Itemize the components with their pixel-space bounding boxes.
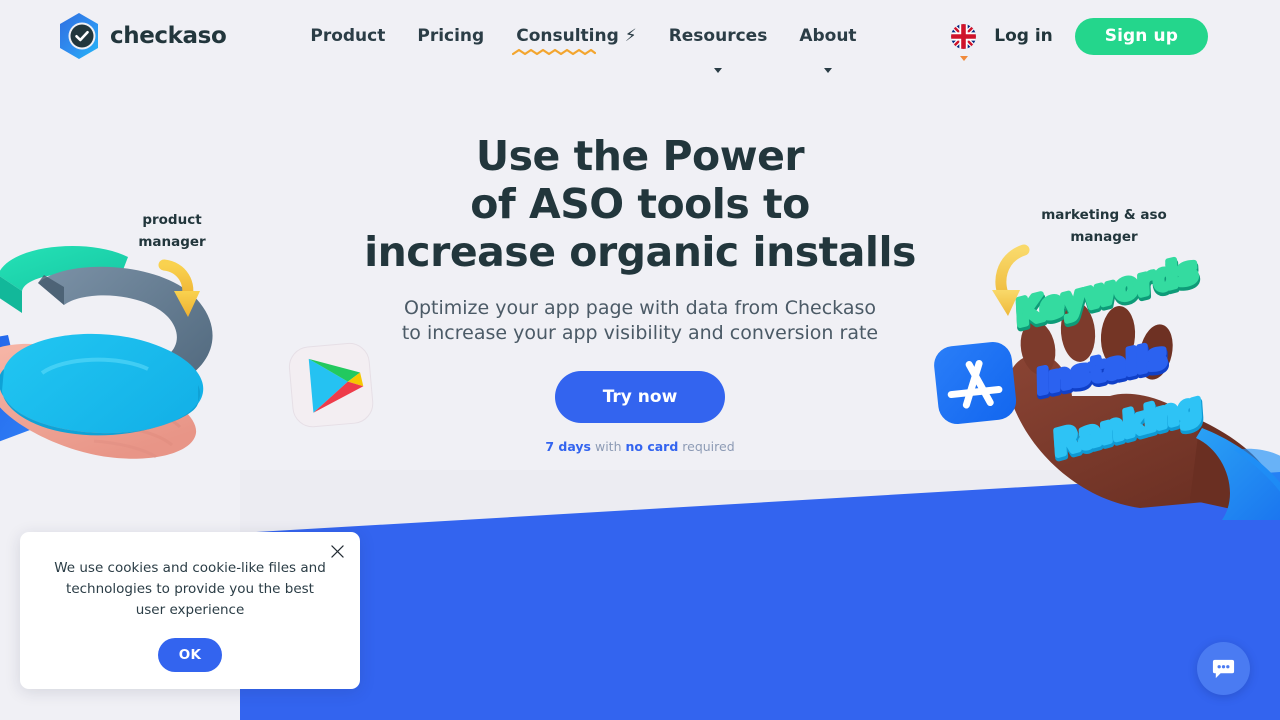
nav-label: Resources (668, 26, 768, 46)
trial-with: with (594, 439, 622, 454)
nav-label: Pricing (417, 26, 485, 46)
chat-bubble-icon (1212, 659, 1235, 679)
cookie-banner-text: We use cookies and cookie-like files and… (54, 560, 326, 618)
google-play-icon (283, 335, 381, 433)
nav-item-product[interactable]: Product (294, 13, 401, 59)
try-now-button[interactable]: Try now (555, 371, 725, 423)
trial-required: required (682, 439, 735, 454)
trial-card: no card (625, 439, 679, 454)
chevron-down-icon (823, 68, 832, 73)
language-selector[interactable] (951, 23, 977, 61)
checkaso-hexagon-check-logo-icon (56, 11, 102, 61)
nav-item-about[interactable]: About (783, 13, 872, 73)
lightning-bolt-icon: ⚡ (624, 25, 637, 46)
nav-item-consulting[interactable]: Consulting ⚡ (500, 13, 652, 59)
logo-text: checkaso (110, 23, 227, 49)
chat-widget-button[interactable] (1197, 642, 1250, 695)
nav-label: Consulting (516, 26, 619, 46)
app-store-icon (928, 334, 1022, 431)
page-title: Use the Power of ASO tools to increase o… (364, 132, 916, 276)
uk-flag-icon (951, 23, 977, 49)
nav-item-resources[interactable]: Resources (653, 13, 784, 73)
active-underline-squiggle (512, 48, 597, 56)
signup-button[interactable]: Sign up (1074, 17, 1208, 55)
role-label-marketing-aso-manager: marketing & aso manager (1041, 207, 1167, 245)
cookie-banner: We use cookies and cookie-like files and… (20, 532, 360, 689)
nav-item-pricing[interactable]: Pricing (401, 13, 500, 59)
header-right-group: Log in Sign up (951, 17, 1208, 61)
hero-subtitle: Optimize your app page with data from Ch… (401, 297, 879, 344)
cookie-ok-button[interactable]: OK (158, 638, 222, 672)
logo-link[interactable]: checkaso (56, 11, 227, 61)
chevron-down-icon (714, 68, 722, 73)
hand-holding-aso-words-3d-illustration: Keywords Keywords Installs Installs Rank… (990, 200, 1280, 520)
nav-label: About (799, 26, 857, 46)
chevron-down-icon (959, 55, 968, 61)
close-icon[interactable] (326, 540, 348, 562)
trial-note: 7 days with no card required (330, 439, 950, 454)
role-label-product-manager: product manager (138, 212, 206, 250)
main-navigation: Product Pricing Consulting ⚡ Resources A… (294, 13, 872, 73)
site-header: checkaso Product Pricing Consulting ⚡ Re… (0, 0, 1280, 73)
trial-days: 7 days (545, 439, 591, 454)
nav-label: Product (310, 26, 386, 46)
login-link[interactable]: Log in (994, 26, 1053, 46)
